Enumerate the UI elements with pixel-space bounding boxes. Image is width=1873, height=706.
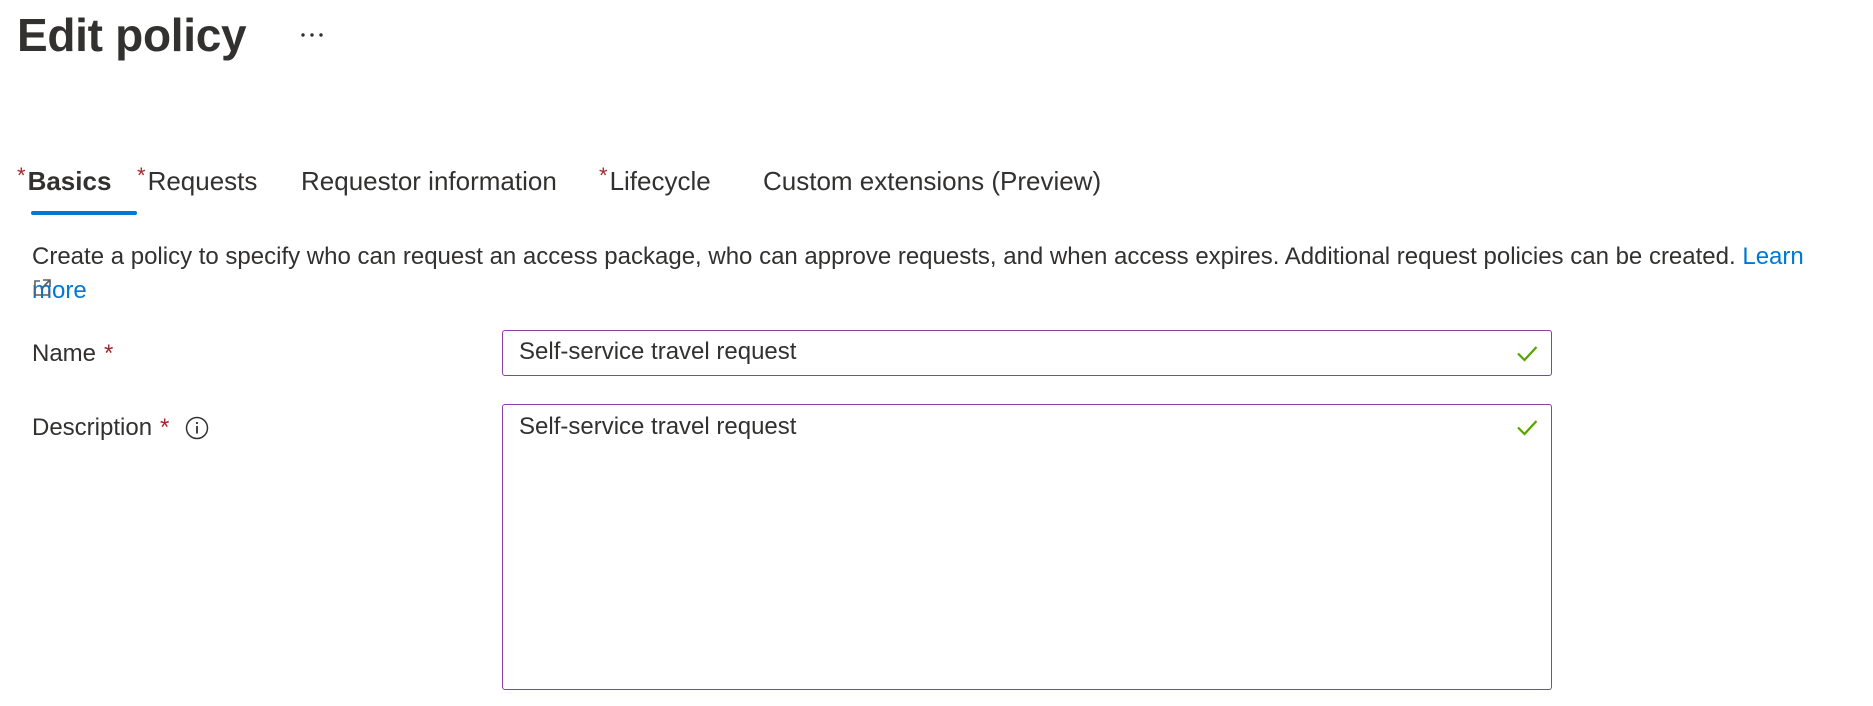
tab-label: Lifecycle bbox=[609, 166, 711, 196]
tab-bar: * Basics * Requests Requestor informatio… bbox=[17, 163, 1123, 219]
page-title: Edit policy bbox=[17, 9, 247, 61]
tab-lifecycle[interactable]: * Lifecycle bbox=[599, 163, 763, 219]
active-tab-indicator bbox=[31, 211, 137, 215]
external-link-icon[interactable] bbox=[31, 277, 53, 299]
tab-label: Basics bbox=[27, 166, 112, 196]
tab-label: Custom extensions (Preview) bbox=[763, 166, 1102, 196]
header: Edit policy bbox=[17, 4, 328, 66]
name-label: Name * bbox=[32, 338, 113, 370]
check-icon bbox=[1517, 420, 1538, 436]
info-icon[interactable] bbox=[185, 416, 209, 440]
required-marker: * bbox=[17, 163, 26, 188]
tab-basics[interactable]: * Basics bbox=[17, 163, 137, 219]
ellipsis-icon bbox=[301, 33, 323, 37]
tab-label: Requestor information bbox=[301, 166, 557, 196]
description-field: Self-service travel request bbox=[502, 404, 1552, 690]
description-label: Description * bbox=[32, 412, 209, 444]
tab-requests[interactable]: * Requests bbox=[137, 163, 301, 219]
tab-requestor-information[interactable]: Requestor information bbox=[301, 163, 599, 219]
required-marker: * bbox=[599, 163, 608, 188]
intro-text: Create a policy to specify who can reque… bbox=[32, 240, 1862, 308]
tab-custom-extensions[interactable]: Custom extensions (Preview) bbox=[763, 163, 1123, 219]
name-label-text: Name bbox=[32, 340, 97, 367]
tab-label: Requests bbox=[147, 166, 258, 196]
name-field bbox=[502, 330, 1552, 376]
check-icon bbox=[1517, 346, 1538, 362]
required-marker: * bbox=[160, 414, 170, 441]
required-marker: * bbox=[104, 340, 114, 367]
required-marker: * bbox=[137, 163, 146, 188]
description-textarea[interactable]: Self-service travel request bbox=[503, 405, 1551, 687]
more-options-button[interactable] bbox=[296, 19, 328, 51]
description-label-text: Description bbox=[32, 414, 153, 441]
intro-description: Create a policy to specify who can reque… bbox=[32, 243, 1736, 270]
name-input[interactable] bbox=[503, 331, 1551, 373]
